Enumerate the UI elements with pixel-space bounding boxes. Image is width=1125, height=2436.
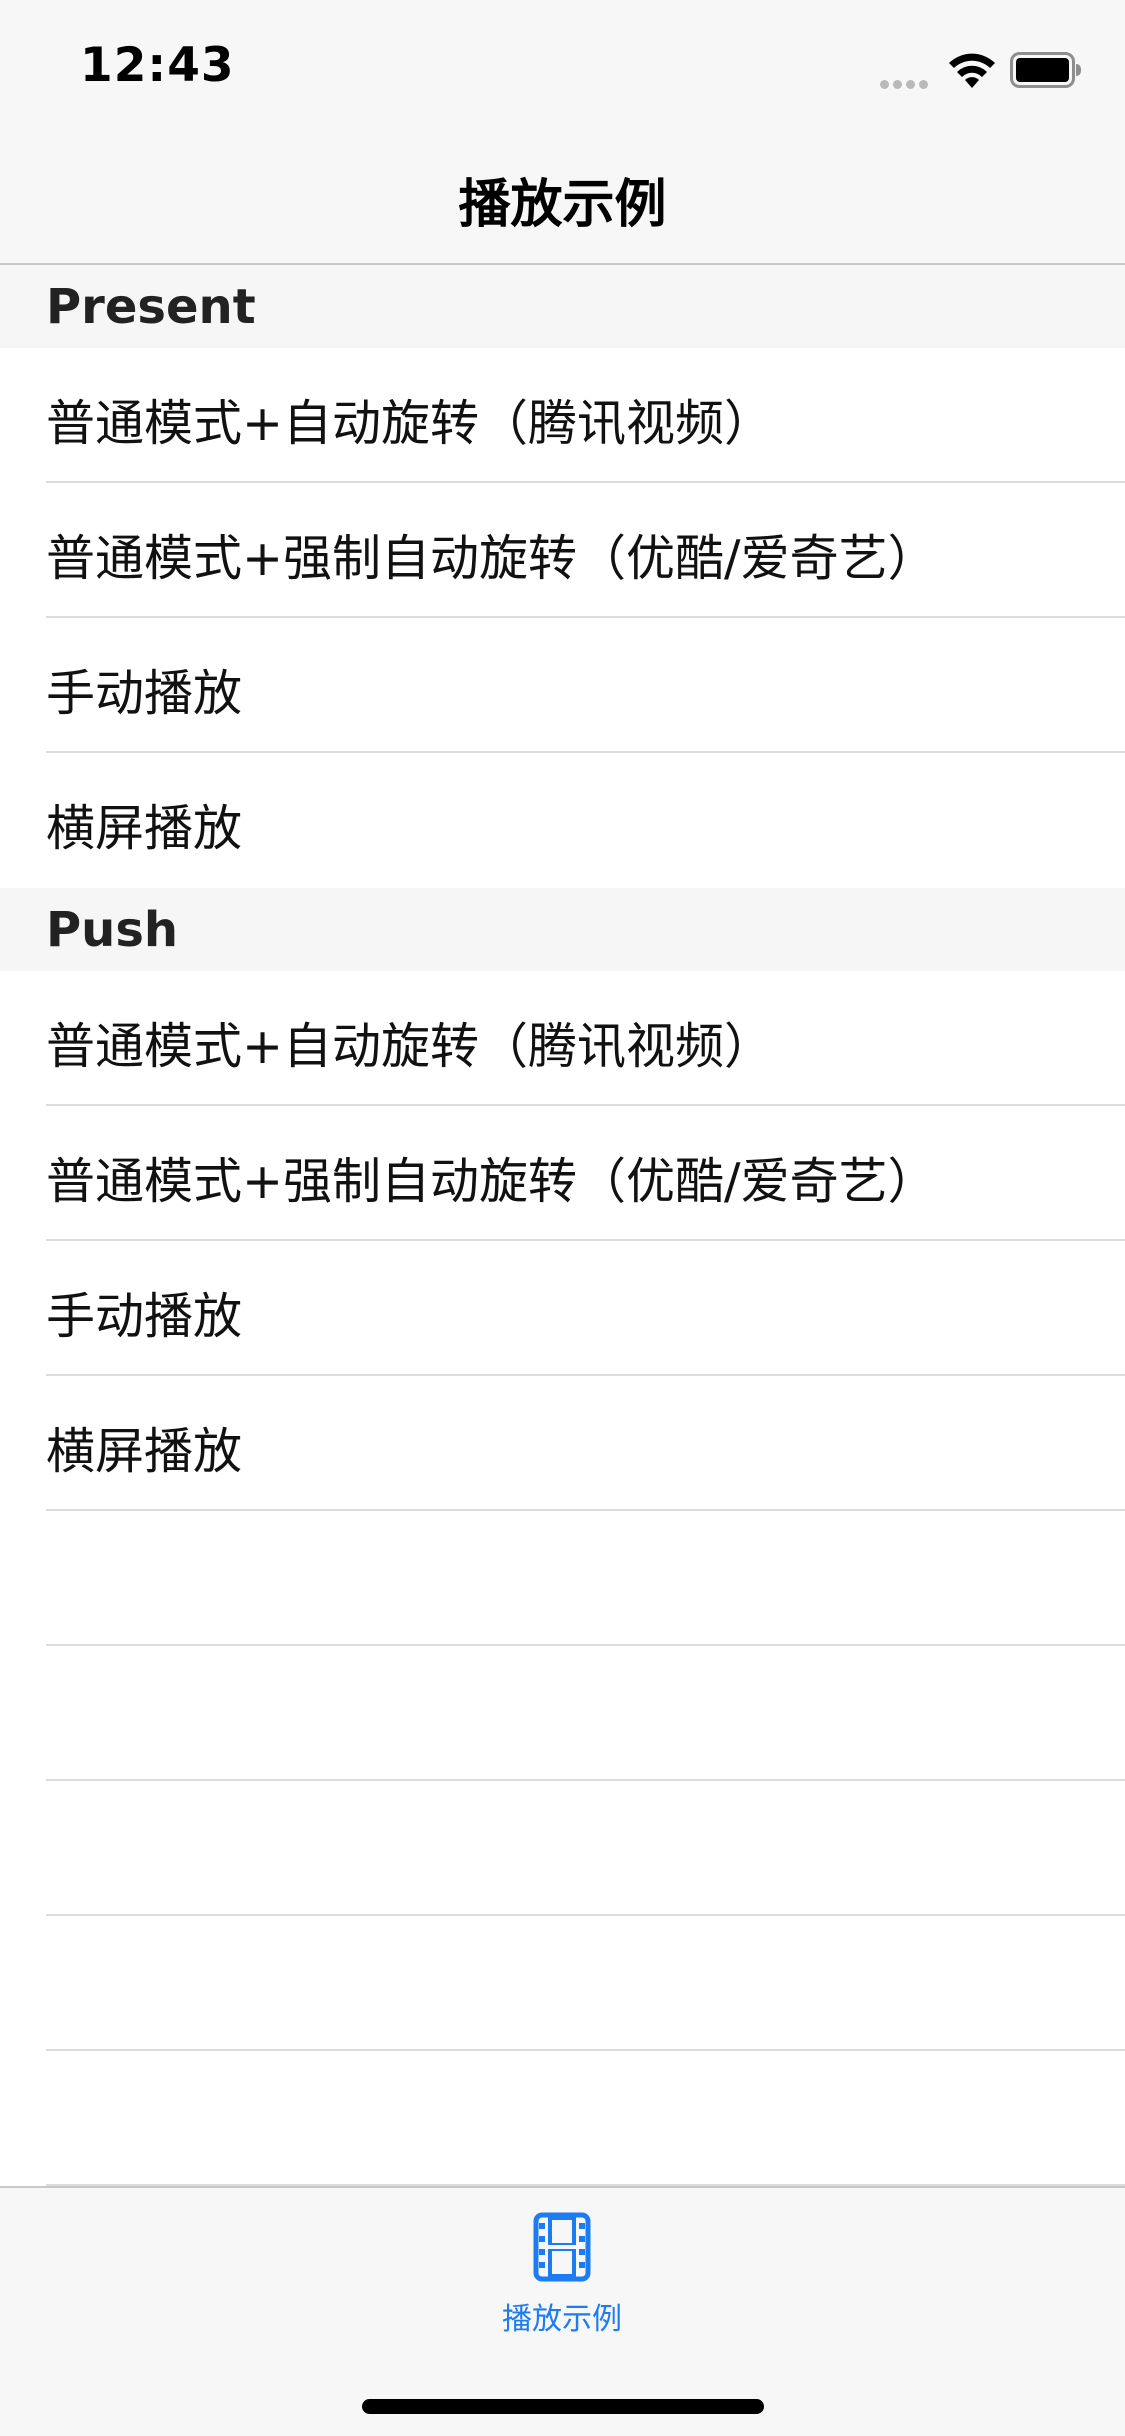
section-header-label: Push (46, 902, 179, 958)
status-time: 12:43 (80, 38, 235, 93)
section-header-push: Push (0, 888, 1125, 971)
status-bar: 12:43 (0, 0, 1125, 132)
empty-row (0, 1916, 1125, 2051)
list-item[interactable]: 普通模式+自动旋转（腾讯视频） (0, 971, 1125, 1106)
section-header-label: Present (46, 279, 256, 335)
list-item-label: 普通模式+强制自动旋转（优酷/爱奇艺） (46, 1153, 937, 1210)
tab-label: 播放示例 (502, 2302, 622, 2337)
list-item[interactable]: 普通模式+自动旋转（腾讯视频） (0, 348, 1125, 483)
list-item-label: 普通模式+自动旋转（腾讯视频） (46, 395, 774, 452)
table-view[interactable]: Present 普通模式+自动旋转（腾讯视频） 普通模式+强制自动旋转（优酷/爱… (0, 265, 1125, 2186)
cellular-signal-icon (880, 74, 934, 89)
list-item[interactable]: 手动播放 (0, 618, 1125, 753)
empty-row (0, 1511, 1125, 1646)
list-item[interactable]: 普通模式+强制自动旋转（优酷/爱奇艺） (0, 483, 1125, 618)
list-item[interactable]: 横屏播放 (0, 1376, 1125, 1511)
navigation-bar: 播放示例 (0, 132, 1125, 265)
wifi-icon (949, 53, 995, 88)
list-item-label: 手动播放 (46, 1288, 243, 1345)
empty-row (0, 1646, 1125, 1781)
battery-icon (1010, 52, 1081, 88)
list-item[interactable]: 手动播放 (0, 1241, 1125, 1376)
list-item[interactable]: 横屏播放 (0, 753, 1125, 888)
page-title: 播放示例 (458, 175, 667, 235)
film-icon (533, 2212, 591, 2282)
home-indicator[interactable] (362, 2399, 764, 2414)
empty-row (0, 2051, 1125, 2186)
empty-row (0, 1781, 1125, 1916)
list-item-label: 横屏播放 (46, 1423, 243, 1480)
list-item-label: 横屏播放 (46, 800, 243, 857)
list-item-label: 普通模式+自动旋转（腾讯视频） (46, 1018, 774, 1075)
tab-playback-examples[interactable]: 播放示例 (462, 2208, 662, 2338)
list-item-label: 普通模式+强制自动旋转（优酷/爱奇艺） (46, 530, 937, 587)
list-item[interactable]: 普通模式+强制自动旋转（优酷/爱奇艺） (0, 1106, 1125, 1241)
list-item-label: 手动播放 (46, 665, 243, 722)
section-header-present: Present (0, 265, 1125, 348)
